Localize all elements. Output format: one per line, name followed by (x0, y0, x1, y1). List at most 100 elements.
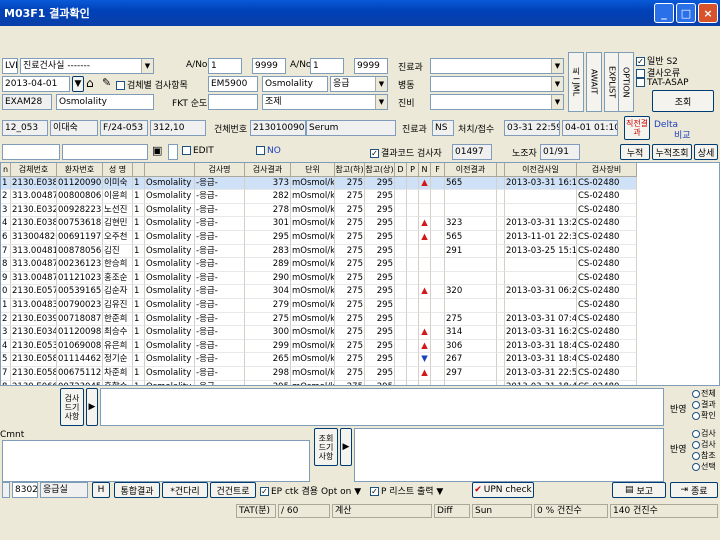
h-button[interactable]: H (92, 482, 110, 498)
exit-button[interactable]: ⇥ 종료 (670, 482, 718, 498)
grid-header-cell[interactable]: 검사결과 (245, 163, 291, 177)
table-row[interactable]: 32130.E032600928223노선진1Osmolality-응급-278… (1, 203, 719, 218)
home-icon[interactable]: ⌂ (86, 76, 94, 90)
table-row[interactable]: 82130.E066000723045홍향순1Osmolality-응급-295… (1, 380, 719, 385)
table-row[interactable]: 42130.E053501069008유은희1Osmolality-응급-299… (1, 339, 719, 354)
result-radio-group[interactable]: 전체 결과 확인 (692, 388, 720, 426)
save-icon[interactable]: ▣ (152, 144, 162, 157)
comment-label: Cmnt (0, 430, 25, 440)
filter-field-2[interactable] (62, 144, 148, 160)
table-row[interactable]: 32130.E034701120098최승수1Osmolality-응급-300… (1, 326, 719, 340)
grid-header-cell[interactable]: D (395, 163, 407, 177)
print-list-checkbox[interactable]: ✓ P 리스트 출력 ▼ (370, 484, 443, 497)
table-cell: mOsmol/kg (291, 203, 335, 218)
grid-header-cell[interactable]: 이전결과 (445, 163, 497, 177)
grid-header-cell[interactable]: n (1, 163, 11, 177)
room-select[interactable]: ▼ (430, 94, 564, 110)
panel-button[interactable]: 누적 (620, 144, 650, 160)
ep-option-checkbox[interactable]: ✓ EP ctk 겸용 Opt on ▼ (260, 484, 361, 497)
upn-check-button[interactable]: ✔ UPN check (472, 482, 534, 498)
integrated-result-button[interactable]: 통합결과 (114, 482, 160, 498)
comment-text[interactable] (2, 440, 310, 482)
grid-header-cell[interactable]: 참고(하) (335, 163, 365, 177)
bridge-button[interactable]: *건다리 (162, 482, 208, 498)
exam-group-field[interactable]: EXAM28 (2, 94, 52, 110)
lookup-note-expand[interactable]: ▶ (340, 428, 352, 466)
grid-header-cell[interactable]: P (407, 163, 419, 177)
report-button[interactable]: ▤ 보고 (612, 482, 666, 498)
lookup-note-label[interactable]: 조회 드기 사항 (314, 428, 338, 466)
exam-note-expand[interactable]: ▶ (86, 388, 98, 426)
table-cell (431, 326, 445, 340)
date-dropdown-button[interactable]: ▼ (72, 76, 84, 92)
lvl-select[interactable]: 진료건사실 ------- ▼ (20, 58, 154, 74)
control-button[interactable]: 건건트로 (210, 482, 256, 498)
results-grid[interactable]: n 검체번호 환자번호 성 명 검사명 검사결과 단위 참고(하) 참고(상) D P N F 이전결과 이… (0, 162, 720, 386)
grid-header-cell[interactable]: 환자번호 (57, 163, 103, 177)
result-code-checkbox[interactable]: ✓ 결과코드 검사자 (370, 146, 442, 159)
grid-header-cell[interactable] (145, 163, 195, 177)
jml-button[interactable]: 씨 I JML (568, 52, 584, 112)
exam-emergency-select[interactable]: 응급 ▼ (330, 76, 388, 92)
table-row[interactable]: 1313.004838700790023김유진1Osmolality-응급-27… (1, 298, 719, 313)
grid-header-cell[interactable]: 이전검사일 (505, 163, 577, 177)
no-checkbox[interactable]: NO (256, 146, 281, 156)
tool-icon[interactable]: ✎ (102, 76, 111, 89)
ano-to-field[interactable]: 9999 (252, 58, 286, 74)
filter-field-3[interactable] (168, 144, 178, 160)
exam-by-specimen-checkbox[interactable]: 검체별 검사항목 (116, 78, 188, 91)
edit-checkbox[interactable]: EDIT (182, 146, 214, 156)
fkt-select[interactable]: 조제 ▼ (262, 94, 388, 110)
detail-button[interactable]: 상세 (694, 144, 718, 160)
exam-note-text[interactable] (100, 388, 664, 426)
exam-note-label[interactable]: 검사 드기 사항 (60, 388, 84, 426)
close-button[interactable]: × (698, 3, 718, 23)
table-row[interactable]: 22130.E039500718087한준희1Osmolality-응급-275… (1, 312, 719, 327)
lookup-note-text[interactable] (354, 428, 664, 482)
grid-header-cell[interactable] (133, 163, 145, 177)
previous-result-button[interactable]: 직전결과 (624, 116, 650, 140)
table-row[interactable]: 4 2130.E038 00753618 김현민 1 Osmolality -응급- 301 m… (1, 217, 719, 231)
grid-header-cell[interactable]: N (419, 163, 431, 177)
accumulate-button[interactable]: 누적조회 (652, 144, 692, 160)
option-button[interactable]: OPTION (618, 52, 634, 112)
grid-header-cell[interactable] (497, 163, 505, 177)
chevron-down-icon: ▼ (375, 77, 387, 91)
chevron-down-icon: ▼ (551, 59, 563, 73)
table-cell: 275 (245, 312, 291, 327)
fkt-field[interactable] (208, 94, 258, 110)
ward-select[interactable]: ▼ (430, 76, 564, 92)
tat-asap-checkbox[interactable]: TAT-ASAP (636, 78, 689, 88)
grid-header-cell[interactable]: F (431, 163, 445, 177)
grid-header-cell[interactable]: 성 명 (103, 163, 133, 177)
search-button[interactable]: 조회 (652, 90, 714, 112)
ano2-to-field[interactable]: 9999 (354, 58, 388, 74)
ano2-from-field[interactable]: 1 (310, 58, 344, 74)
grid-header-cell[interactable]: 검사장비 (577, 163, 637, 177)
date-field[interactable]: 2013-04-01 (2, 76, 70, 92)
table-row[interactable]: 9313.004877901121023홍조순1Osmolality-응급-29… (1, 271, 719, 286)
ano-from-field[interactable]: 1 (208, 58, 242, 74)
table-row[interactable]: 7313.004816100878056김진1Osmolality-응급-283… (1, 244, 719, 259)
table-row[interactable]: 1 2130.E038 01120090 이미숙 1 Osmolality -응급- 373 m… (1, 176, 719, 191)
grid-header-cell[interactable]: 검사명 (195, 163, 245, 177)
grid-header-cell[interactable]: 참고(상) (365, 163, 395, 177)
table-cell: 313.0048738 (11, 190, 57, 204)
grid-header-cell[interactable]: 검체번호 (11, 163, 57, 177)
table-row[interactable]: 2313.004873800800806이윤희1Osmolality-응급-28… (1, 190, 719, 204)
await-button[interactable]: AWAIT (586, 52, 602, 112)
exam-radio-group[interactable]: 검사 검사 참조 선택 (692, 428, 720, 482)
maximize-button[interactable]: □ (676, 3, 696, 23)
minimize-button[interactable]: _ (654, 3, 674, 23)
table-cell: 01114462 (57, 353, 103, 367)
table-row[interactable]: 6313004826200691197오주천1Osmolality-응급-295… (1, 230, 719, 245)
table-row[interactable]: 8313.004876700236123한승희1Osmolality-응급-28… (1, 258, 719, 272)
table-cell (407, 285, 419, 299)
table-row[interactable]: 02130.E057100539165김순자1Osmolality-응급-304… (1, 285, 719, 299)
dept-select[interactable]: ▼ (430, 58, 564, 74)
exam-code-field[interactable]: EM5900 (208, 76, 258, 92)
table-row[interactable]: 72130.E058600675112차준희1Osmolality-응급-298… (1, 366, 719, 381)
grid-header-cell[interactable]: 단위 (291, 163, 335, 177)
table-row[interactable]: 52130.E058701114462정기순1Osmolality-응급-265… (1, 353, 719, 367)
filter-field-1[interactable] (2, 144, 60, 160)
